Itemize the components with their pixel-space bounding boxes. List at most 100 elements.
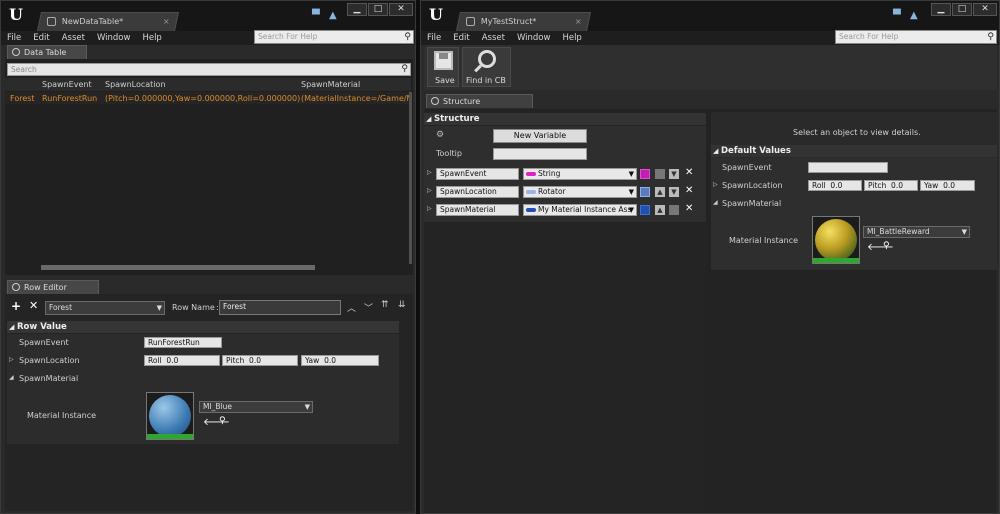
move-down-icon[interactable]: ▼ xyxy=(669,187,679,197)
browse-icon[interactable]: ⚲ xyxy=(883,241,890,251)
data-table-search-input[interactable]: Search ⚲ xyxy=(7,63,411,76)
roll-input[interactable]: Roll 0.0 xyxy=(144,355,220,366)
variable-type-dropdown[interactable]: My Material Instance Ass ▼ xyxy=(523,204,637,216)
help-search-input[interactable]: Search For Help ⚲ xyxy=(835,30,997,44)
maximize-icon[interactable]: □ xyxy=(952,3,972,16)
title-bar: U MyTestStruct* × ▀ ▲ ▁ □ ✕ xyxy=(421,1,999,31)
menu-edit[interactable]: Edit xyxy=(447,31,475,45)
variable-type-dropdown[interactable]: Rotator ▼ xyxy=(523,186,637,198)
tooltip-label: Tooltip xyxy=(436,149,462,158)
collapse-arrow-icon[interactable]: ◢ xyxy=(713,199,718,206)
variable-type-dropdown[interactable]: String ▼ xyxy=(523,168,637,180)
yaw-input[interactable]: Yaw 0.0 xyxy=(301,355,379,366)
tab-structure[interactable]: Structure xyxy=(426,94,533,108)
remove-variable-icon[interactable]: ✕ xyxy=(685,203,693,214)
move-up-icon[interactable] xyxy=(655,169,665,179)
remove-icon[interactable]: ✕ xyxy=(29,299,38,312)
chat-icon[interactable]: ▀ xyxy=(312,11,324,21)
default-values-title: Default Values xyxy=(721,146,791,156)
menu-asset[interactable]: Asset xyxy=(476,31,511,45)
move-up-icon[interactable]: ︿ xyxy=(347,301,356,314)
material-thumbnail[interactable] xyxy=(812,216,860,264)
move-top-icon[interactable]: ⇈ xyxy=(381,300,389,310)
pitch-input[interactable]: Pitch 0.0 xyxy=(222,355,298,366)
roll-value: 0.0 xyxy=(830,181,843,190)
table-row[interactable]: Forest RunForestRun (Pitch=0.000000,Yaw=… xyxy=(5,92,411,104)
move-up-icon[interactable]: ▲ xyxy=(655,187,665,197)
expand-arrow-icon[interactable]: ▷ xyxy=(427,169,432,176)
menu-edit[interactable]: Edit xyxy=(27,31,55,45)
expand-arrow-icon[interactable]: ▷ xyxy=(427,205,432,212)
expand-arrow-icon[interactable]: ▷ xyxy=(427,187,432,194)
tab-row-editor[interactable]: Row Editor xyxy=(7,280,99,294)
material-asset-dropdown[interactable]: MI_Blue ▼ xyxy=(199,401,313,413)
menu-help[interactable]: Help xyxy=(136,31,167,45)
roll-input[interactable]: Roll 0.0 xyxy=(808,180,862,191)
find-in-cb-button[interactable]: Find in CB xyxy=(462,47,511,87)
row-value-section-header[interactable]: ◢ Row Value xyxy=(7,321,399,333)
variable-name-input[interactable]: SpawnMaterial xyxy=(436,204,519,216)
spawn-event-input[interactable] xyxy=(808,162,888,173)
graduation-cap-icon[interactable]: ▲ xyxy=(910,11,922,21)
browse-icon[interactable]: ⚲ xyxy=(219,416,226,426)
pitch-input[interactable]: Pitch 0.0 xyxy=(864,180,918,191)
save-icon-slot xyxy=(439,53,448,59)
help-search-input[interactable]: Search For Help ⚲ xyxy=(254,30,414,44)
move-up-icon[interactable]: ▲ xyxy=(655,205,665,215)
menu-asset[interactable]: Asset xyxy=(56,31,91,45)
container-type-icon[interactable] xyxy=(640,205,650,215)
material-thumbnail[interactable] xyxy=(146,392,194,440)
chat-icon[interactable]: ▀ xyxy=(893,11,905,21)
expand-arrow-icon[interactable]: ▷ xyxy=(9,356,14,363)
row-select-dropdown[interactable]: Forest ▼ xyxy=(45,301,165,315)
yaw-input[interactable]: Yaw 0.0 xyxy=(920,180,975,191)
new-variable-button[interactable]: New Variable xyxy=(493,129,587,143)
move-down-icon[interactable]: ﹀ xyxy=(364,301,373,314)
container-type-icon[interactable] xyxy=(640,169,650,179)
expand-arrow-icon[interactable]: ▷ xyxy=(713,181,718,188)
collapse-arrow-icon[interactable]: ◢ xyxy=(9,374,14,381)
spawn-event-input[interactable]: RunForestRun xyxy=(144,337,222,348)
row-name-input[interactable]: Forest xyxy=(219,300,341,315)
window-buttons: ▁ □ ✕ xyxy=(931,3,997,16)
close-icon[interactable]: ✕ xyxy=(389,3,413,16)
save-button[interactable]: Save xyxy=(427,47,459,87)
spawn-location-label: SpawnLocation xyxy=(722,181,783,190)
tab-data-table[interactable]: Data Table xyxy=(7,45,87,59)
yaw-label: Yaw xyxy=(305,356,320,365)
variable-name-input[interactable]: SpawnLocation xyxy=(436,186,519,198)
move-down-icon[interactable] xyxy=(669,205,679,215)
tab-close-icon[interactable]: × xyxy=(575,13,582,31)
minimize-icon[interactable]: ▁ xyxy=(347,3,367,16)
row-value-title: Row Value xyxy=(17,322,67,332)
remove-variable-icon[interactable]: ✕ xyxy=(685,185,693,196)
default-values-section-header[interactable]: ◢ Default Values xyxy=(711,145,997,157)
container-type-icon[interactable] xyxy=(640,187,650,197)
close-icon[interactable]: ✕ xyxy=(973,3,997,16)
menu-window[interactable]: Window xyxy=(91,31,137,45)
column-header-spawn-location[interactable]: SpawnLocation xyxy=(105,80,166,89)
menu-file[interactable]: File xyxy=(421,31,447,45)
minimize-icon[interactable]: ▁ xyxy=(931,3,951,16)
vertical-scrollbar[interactable] xyxy=(409,92,412,264)
column-header-spawn-material[interactable]: SpawnMaterial xyxy=(301,80,360,89)
graduation-cap-icon[interactable]: ▲ xyxy=(329,11,341,21)
document-tab[interactable]: NewDataTable* × xyxy=(36,12,180,31)
variable-name-input[interactable]: SpawnEvent xyxy=(436,168,519,180)
remove-variable-icon[interactable]: ✕ xyxy=(685,167,693,178)
tab-close-icon[interactable]: × xyxy=(163,13,170,31)
material-asset-dropdown[interactable]: MI_BattleReward ▼ xyxy=(863,226,970,238)
menu-help[interactable]: Help xyxy=(556,31,587,45)
column-header-spawn-event[interactable]: SpawnEvent xyxy=(42,80,92,89)
collapse-arrow-icon: ◢ xyxy=(426,115,432,123)
structure-section-header[interactable]: ◢ Structure xyxy=(424,113,706,125)
horizontal-scrollbar[interactable] xyxy=(41,265,315,270)
move-bottom-icon[interactable]: ⇊ xyxy=(398,300,406,310)
add-icon[interactable]: + xyxy=(11,299,21,313)
move-down-icon[interactable]: ▼ xyxy=(669,169,679,179)
maximize-icon[interactable]: □ xyxy=(368,3,388,16)
tooltip-input[interactable] xyxy=(493,148,587,160)
document-tab[interactable]: MyTestStruct* × xyxy=(455,12,592,31)
menu-window[interactable]: Window xyxy=(511,31,557,45)
menu-file[interactable]: File xyxy=(1,31,27,45)
